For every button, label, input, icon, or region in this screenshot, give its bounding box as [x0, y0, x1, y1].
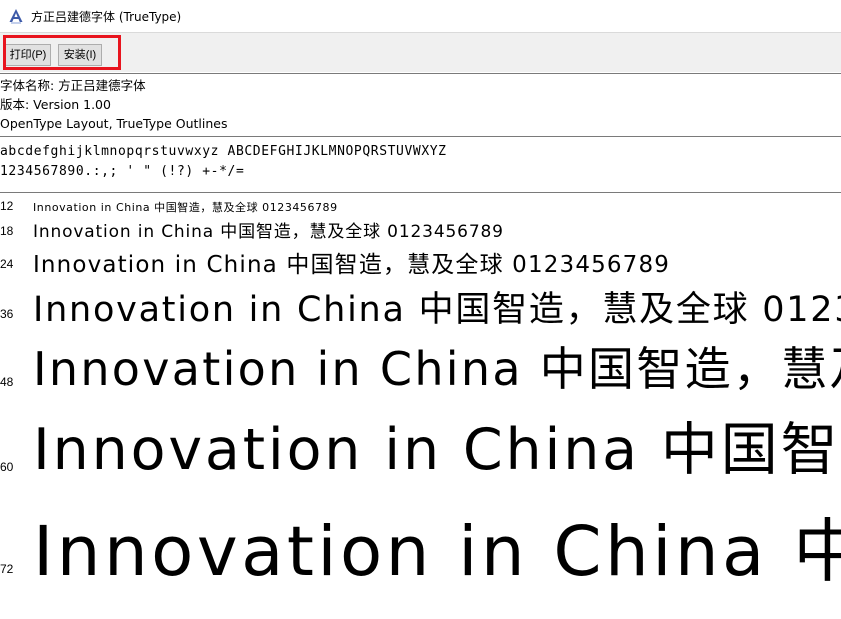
print-button[interactable]: 打印(P): [5, 44, 51, 66]
size-label: 60: [0, 460, 14, 474]
digits-symbols-preview: 1234567890.:,; ' " (!?) +-*/=: [0, 164, 245, 179]
size-label: 72: [0, 562, 14, 576]
window-title: 方正吕建德字体 (TrueType): [31, 9, 182, 24]
character-set-preview: abcdefghijklmnopqrstuvwxyz ABCDEFGHIJKLM…: [0, 142, 447, 182]
sample-text: Innovation in China 中国智造，慧及全球 0123456789: [33, 417, 841, 483]
sample-text: Innovation in China 中国智造，慧及全球 0123456789: [33, 290, 841, 330]
divider: [0, 192, 841, 193]
size-label: 18: [0, 224, 14, 238]
font-format-line: OpenType Layout, TrueType Outlines: [0, 116, 228, 131]
divider: [0, 73, 841, 74]
sample-row-72: 72 Innovation in China 中国智造，慧及全球 0123456…: [0, 490, 841, 592]
sample-text: Innovation in China 中国智造，慧及全球 0123456789: [33, 201, 338, 214]
sample-row-18: 18 Innovation in China 中国智造，慧及全球 0123456…: [0, 217, 841, 243]
font-info: 字体名称: 方正吕建德字体 版本: Version 1.00 OpenType …: [0, 76, 227, 133]
font-version-line: 版本: Version 1.00: [0, 97, 111, 112]
size-label: 36: [0, 307, 14, 321]
sample-text: Innovation in China 中国智造，慧及全球 0123456789: [33, 342, 841, 396]
divider: [0, 136, 841, 137]
sample-row-60: 60 Innovation in China 中国智造，慧及全球 0123456…: [0, 404, 841, 483]
title-bar: 方正吕建德字体 (TrueType): [0, 0, 841, 32]
font-viewer-icon: [9, 9, 23, 24]
size-label: 48: [0, 375, 14, 389]
size-label: 24: [0, 257, 14, 271]
sample-text: Innovation in China 中国智造，慧及全球 0123456789: [33, 252, 671, 278]
letters-preview: abcdefghijklmnopqrstuvwxyz ABCDEFGHIJKLM…: [0, 144, 447, 159]
sample-text: Innovation in China 中国智造，慧及全球 0123456789: [33, 512, 841, 592]
install-button[interactable]: 安装(I): [58, 44, 102, 66]
sample-row-48: 48 Innovation in China 中国智造，慧及全球 0123456…: [0, 333, 841, 396]
sample-row-36: 36 Innovation in China 中国智造，慧及全球 0123456…: [0, 281, 841, 330]
toolbar: 打印(P) 安装(I): [0, 32, 841, 72]
sample-row-24: 24 Innovation in China 中国智造，慧及全球 0123456…: [0, 244, 841, 278]
sample-text: Innovation in China 中国智造，慧及全球 0123456789: [33, 222, 504, 242]
sample-row-12: 12 Innovation in China 中国智造，慧及全球 0123456…: [0, 195, 841, 217]
font-name-line: 字体名称: 方正吕建德字体: [0, 78, 146, 93]
size-label: 12: [0, 199, 14, 213]
